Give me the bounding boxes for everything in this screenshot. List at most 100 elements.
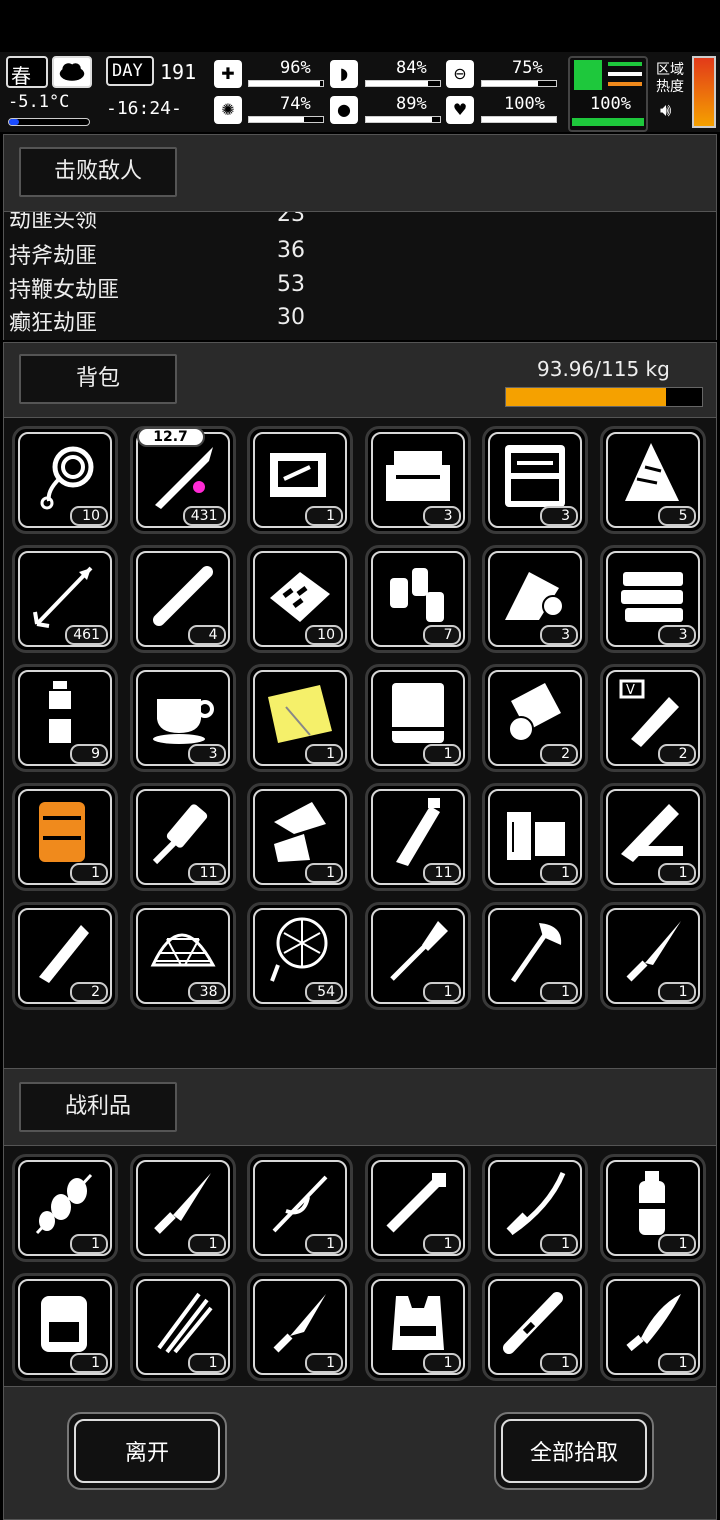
inventory-slot[interactable]: 3	[364, 426, 471, 534]
inventory-slot[interactable]: 3	[482, 426, 588, 534]
day-number: 191	[160, 60, 197, 84]
speaker-icon[interactable]: 🔊︎	[660, 100, 671, 121]
item-count: 3	[187, 744, 226, 764]
water-drop-icon: ●	[330, 96, 358, 124]
item-count: 38	[187, 982, 226, 1002]
inventory-slot[interactable]: 1	[364, 902, 471, 1010]
inventory-slot[interactable]: 1	[364, 664, 471, 772]
enemy-row: 癫狂劫匪 30	[9, 305, 305, 336]
item-count: 1	[540, 1234, 578, 1254]
item-count: 1	[422, 1353, 461, 1373]
item-count: 461	[65, 625, 108, 645]
weight-bar	[505, 387, 703, 407]
inventory-slot[interactable]: 2	[482, 664, 588, 772]
item-count: 1	[657, 863, 696, 883]
inventory-slot[interactable]: 3	[482, 545, 588, 653]
day-label: DAY	[112, 61, 143, 81]
inventory-slot[interactable]: 1	[247, 664, 353, 772]
caliber-tag: 12.7	[136, 427, 205, 447]
season-label: 春	[11, 64, 31, 88]
inventory-slot[interactable]: 1	[12, 1154, 118, 1262]
inventory-slot[interactable]: 1	[129, 1154, 236, 1262]
day-badge: DAY	[106, 56, 154, 86]
brain-icon: ✺	[214, 96, 242, 124]
status-bar	[0, 0, 720, 52]
inventory-slot[interactable]: 3	[129, 664, 236, 772]
item-count: 431	[182, 506, 226, 526]
item-count: 3	[540, 506, 578, 526]
item-count: 5	[657, 506, 696, 526]
item-count: 11	[187, 863, 226, 883]
weather-icon	[52, 56, 92, 88]
inventory-slot[interactable]: 9	[12, 664, 118, 772]
item-count: 1	[540, 1353, 578, 1373]
inventory-slot[interactable]: 11	[129, 783, 236, 891]
battery-bar	[572, 118, 644, 126]
heart-bar	[481, 116, 557, 123]
inventory-slot[interactable]: 1	[247, 783, 353, 891]
inventory-slot[interactable]: 1	[599, 902, 706, 1010]
item-count: 1	[305, 1234, 343, 1254]
stomach-icon: ◗	[330, 60, 358, 88]
inventory-slot[interactable]: 1	[247, 1273, 353, 1381]
inventory-slot[interactable]: 10	[12, 426, 118, 534]
hunger-value: 84%	[396, 58, 427, 78]
inventory-slot[interactable]: V2	[599, 664, 706, 772]
backpack-panel-header: 背包 93.96/115 kg	[3, 342, 717, 418]
defeated-list[interactable]: 劫匪头领 23 持斧劫匪 36 持鞭女劫匪 53 癫狂劫匪 30	[3, 212, 717, 340]
item-count: 1	[305, 744, 343, 764]
take-all-button[interactable]: 全部拾取	[494, 1412, 654, 1490]
loot-title: 战利品	[19, 1082, 177, 1132]
inventory-slot[interactable]: 4	[129, 545, 236, 653]
item-count: 2	[657, 744, 696, 764]
inventory-slot[interactable]: 5	[599, 426, 706, 534]
inventory-slot[interactable]: 7	[364, 545, 471, 653]
inventory-slot[interactable]: 461	[12, 545, 118, 653]
enemy-row: 持鞭女劫匪 53	[9, 272, 305, 303]
inventory-slot[interactable]: 1	[599, 783, 706, 891]
item-count: 9	[70, 744, 108, 764]
item-count: 1	[422, 744, 461, 764]
inventory-slot[interactable]: 1	[129, 1273, 236, 1381]
item-count: 1	[305, 506, 343, 526]
inventory-slot[interactable]: 1	[12, 783, 118, 891]
loot-panel-header: 战利品	[3, 1068, 717, 1146]
weight-label: 93.96/115 kg	[537, 357, 670, 381]
time-label: -16:24-	[106, 98, 182, 119]
leg-icon	[574, 60, 602, 90]
health-value: 96%	[280, 58, 311, 78]
heart-icon: ♥	[446, 96, 474, 124]
inventory-slot[interactable]: 1	[364, 1154, 471, 1262]
inventory-slot[interactable]: 11	[364, 783, 471, 891]
inventory-slot[interactable]: 1	[599, 1273, 706, 1381]
stamina-value: 75%	[512, 58, 543, 78]
item-count: 1	[70, 1353, 108, 1373]
temperature-bar	[8, 118, 90, 126]
inventory-slot[interactable]: 1	[482, 902, 588, 1010]
item-count: 1	[657, 1234, 696, 1254]
item-count: 3	[657, 625, 696, 645]
inventory-slot[interactable]: 2	[12, 902, 118, 1010]
item-count: 1	[540, 982, 578, 1002]
health-bar	[248, 80, 324, 87]
inventory-slot[interactable]: 1	[482, 1273, 588, 1381]
inventory-slot[interactable]: 1	[247, 426, 353, 534]
item-count: 4	[187, 625, 226, 645]
inventory-slot[interactable]: 1	[12, 1273, 118, 1381]
item-count: 1	[70, 1234, 108, 1254]
inventory-slot[interactable]: 1	[247, 1154, 353, 1262]
inventory-slot[interactable]: 1	[482, 1154, 588, 1262]
inventory-slot[interactable]: 38	[129, 902, 236, 1010]
inventory-slot[interactable]: 10	[247, 545, 353, 653]
inventory-slot[interactable]: 1	[364, 1273, 471, 1381]
inventory-slot[interactable]: 1	[599, 1154, 706, 1262]
inventory-slot[interactable]: 1	[482, 783, 588, 891]
leave-button[interactable]: 离开	[67, 1412, 227, 1490]
inventory-slot[interactable]: 12.7 431	[129, 426, 236, 534]
item-count: 11	[422, 863, 461, 883]
heart-value: 100%	[504, 94, 545, 114]
inventory-slot[interactable]: 3	[599, 545, 706, 653]
inventory-slot[interactable]: 54	[247, 902, 353, 1010]
hunger-bar	[365, 80, 441, 87]
svg-text:V: V	[626, 683, 635, 698]
